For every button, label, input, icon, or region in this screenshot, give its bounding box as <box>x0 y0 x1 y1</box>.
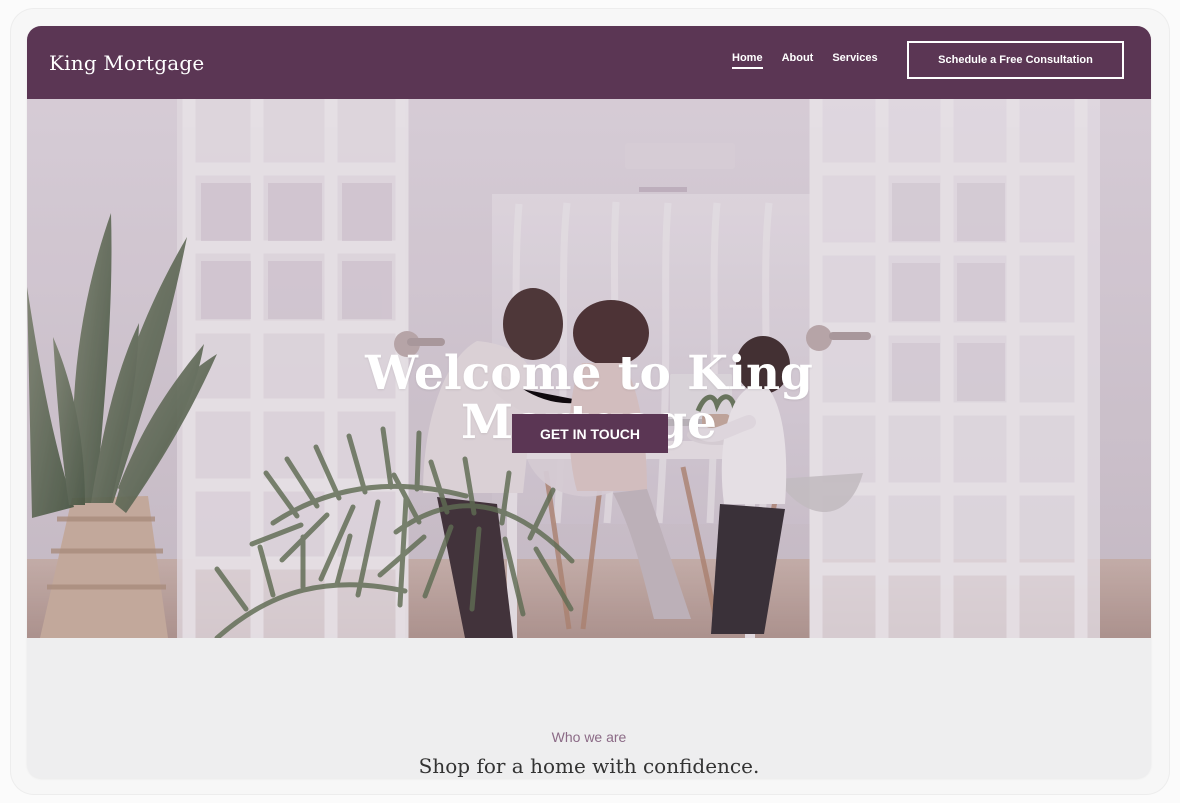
nav-item-home[interactable]: Home <box>732 52 763 69</box>
nav-item-about[interactable]: About <box>782 52 814 69</box>
schedule-consultation-button[interactable]: Schedule a Free Consultation <box>907 41 1124 79</box>
screenshot-frame: King Mortgage Home About Services Schedu… <box>0 0 1180 803</box>
who-we-are-section: Who we are Shop for a home with confiden… <box>27 638 1151 778</box>
website-page: King Mortgage Home About Services Schedu… <box>27 26 1151 778</box>
section-kicker: Who we are <box>551 729 627 745</box>
section-heading: Shop for a home with confidence. <box>418 754 760 778</box>
main-navigation: Home About Services <box>732 52 878 69</box>
hero-title-line-1: Welcome to King <box>365 346 813 401</box>
nav-item-services[interactable]: Services <box>832 52 877 69</box>
brand-logo-text[interactable]: King Mortgage <box>49 51 204 75</box>
site-header: King Mortgage Home About Services Schedu… <box>27 26 1151 99</box>
get-in-touch-button[interactable]: GET IN TOUCH <box>512 414 668 453</box>
hero-section: Welcome to King Mortgage GET IN TOUCH <box>27 99 1151 638</box>
